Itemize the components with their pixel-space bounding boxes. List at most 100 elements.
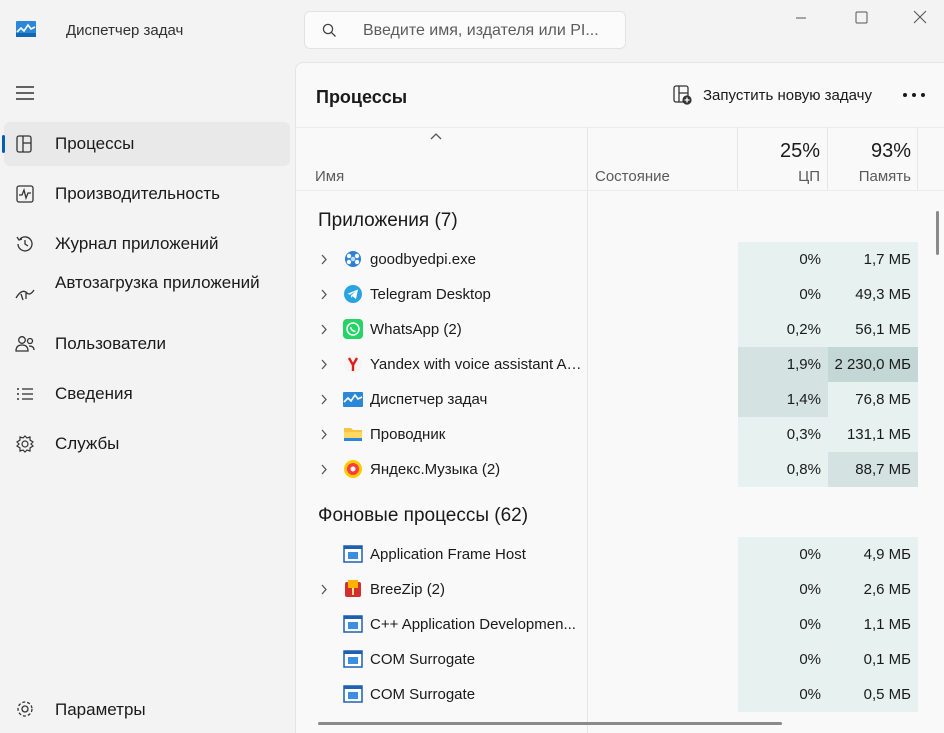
group-header-apps: Приложения (7) <box>318 210 458 231</box>
process-row[interactable]: Application Frame Host 0% 4,9 МБ <box>296 537 918 572</box>
process-name: Диспетчер задач <box>370 391 488 408</box>
explorer-folder-icon <box>344 428 362 441</box>
process-row[interactable]: goodbyedpi.exe 0% 1,7 МБ <box>296 242 918 277</box>
app-window-icon <box>343 615 363 633</box>
process-cpu: 0% <box>738 642 828 677</box>
process-memory: 0,5 МБ <box>828 677 918 712</box>
app-history-icon <box>16 236 33 252</box>
search-input[interactable] <box>361 20 615 42</box>
app-title: Диспетчер задач <box>66 22 184 39</box>
vertical-scrollbar[interactable] <box>936 211 939 255</box>
cpu-total-percent: 25% <box>779 140 820 162</box>
process-memory: 131,1 МБ <box>828 417 918 452</box>
process-memory: 76,8 МБ <box>828 382 918 417</box>
column-divider <box>737 127 738 191</box>
goodbyedpi-icon <box>345 251 361 267</box>
yandex-music-icon <box>344 460 362 478</box>
process-memory: 2 230,0 МБ <box>828 347 918 382</box>
process-name: C++ Application Developmen... <box>370 616 576 633</box>
app-window-icon <box>343 545 363 563</box>
minimize-button[interactable] <box>786 6 816 30</box>
chevron-right-icon[interactable] <box>320 324 328 335</box>
chevron-right-icon[interactable] <box>320 289 328 300</box>
telegram-icon <box>344 285 362 303</box>
run-new-task-icon <box>673 85 692 105</box>
close-button[interactable] <box>905 6 935 30</box>
services-icon <box>16 435 34 453</box>
chevron-right-icon[interactable] <box>320 584 328 595</box>
sidebar-item-app-history[interactable]: Журнал приложений <box>4 222 290 266</box>
column-header-cpu[interactable]: ЦП <box>758 168 820 185</box>
process-memory: 4,9 МБ <box>828 537 918 572</box>
process-row[interactable]: C++ Application Developmen... 0% 1,1 МБ <box>296 607 918 642</box>
process-row[interactable]: Проводник 0,3% 131,1 МБ <box>296 417 918 452</box>
process-row[interactable]: Яндекс.Музыка (2) 0,8% 88,7 МБ <box>296 452 918 487</box>
users-icon <box>15 336 35 352</box>
maximize-button[interactable] <box>846 6 876 30</box>
processes-icon <box>16 135 32 153</box>
process-row[interactable]: BreeZip (2) 0% 2,6 МБ <box>296 572 918 607</box>
process-name: BreeZip (2) <box>370 581 446 598</box>
sidebar-item-users[interactable]: Пользователи <box>4 322 290 366</box>
process-cpu: 1,9% <box>738 347 828 382</box>
memory-total-percent: 93% <box>870 140 911 162</box>
chevron-right-icon[interactable] <box>320 464 328 475</box>
sidebar-item-processes[interactable]: Процессы <box>2 122 290 166</box>
run-new-task-label: Запустить новую задачу <box>703 87 872 104</box>
header-divider <box>296 190 944 191</box>
sidebar-item-label: Производительность <box>55 184 221 203</box>
column-divider <box>827 127 828 191</box>
chevron-right-icon[interactable] <box>320 429 328 440</box>
yandex-browser-icon <box>344 355 362 373</box>
details-icon <box>17 388 33 400</box>
process-memory: 88,7 МБ <box>828 452 918 487</box>
process-name: WhatsApp (2) <box>370 321 462 338</box>
process-row[interactable]: Telegram Desktop 0% 49,3 МБ <box>296 277 918 312</box>
sidebar: Процессы Производительность Журнал прило… <box>0 62 295 733</box>
column-divider <box>917 127 918 191</box>
more-options-button[interactable] <box>900 85 930 105</box>
sidebar-item-label: Процессы <box>55 134 135 153</box>
process-row[interactable]: WhatsApp (2) 0,2% 56,1 МБ <box>296 312 918 347</box>
process-memory: 56,1 МБ <box>828 312 918 347</box>
process-cpu: 0% <box>738 537 828 572</box>
process-row[interactable]: Yandex with voice assistant Ali... 1,9% … <box>296 347 918 382</box>
chevron-right-icon[interactable] <box>320 394 328 405</box>
process-memory: 1,7 МБ <box>828 242 918 277</box>
horizontal-scrollbar[interactable] <box>318 722 782 725</box>
toolbar-divider <box>296 127 944 128</box>
column-header-status[interactable]: Состояние <box>595 168 670 185</box>
process-memory: 49,3 МБ <box>828 277 918 312</box>
sort-ascending-icon[interactable] <box>430 132 442 140</box>
process-row[interactable]: Диспетчер задач 1,4% 76,8 МБ <box>296 382 918 417</box>
process-memory: 1,1 МБ <box>828 607 918 642</box>
sidebar-item-settings[interactable]: Параметры <box>4 694 290 724</box>
chevron-right-icon[interactable] <box>320 254 328 265</box>
search-box[interactable] <box>304 11 626 49</box>
process-cpu: 0,3% <box>738 417 828 452</box>
process-cpu: 0% <box>738 677 828 712</box>
process-cpu: 0% <box>738 242 828 277</box>
column-header-memory[interactable]: Память <box>841 168 911 185</box>
sidebar-item-services[interactable]: Службы <box>4 422 290 466</box>
process-cpu: 0% <box>738 572 828 607</box>
sidebar-item-label: Сведения <box>55 384 133 403</box>
sidebar-item-details[interactable]: Сведения <box>4 372 290 416</box>
app-window-icon <box>343 650 363 668</box>
title-bar: Диспетчер задач <box>0 0 944 62</box>
sidebar-item-startup[interactable]: Автозагрузка приложений <box>4 272 290 316</box>
process-name: COM Surrogate <box>370 686 476 703</box>
column-header-name[interactable]: Имя <box>315 168 344 185</box>
process-cpu: 0% <box>738 607 828 642</box>
process-row[interactable]: COM Surrogate 0% 0,1 МБ <box>296 642 918 677</box>
breezip-icon <box>345 580 361 597</box>
hamburger-menu-icon[interactable] <box>12 80 38 106</box>
process-name: Яндекс.Музыка (2) <box>370 461 501 478</box>
process-name: COM Surrogate <box>370 651 476 668</box>
process-cpu: 0,2% <box>738 312 828 347</box>
chevron-right-icon[interactable] <box>320 359 328 370</box>
search-icon <box>322 23 336 37</box>
sidebar-item-performance[interactable]: Производительность <box>4 172 290 216</box>
process-row[interactable]: COM Surrogate 0% 0,5 МБ <box>296 677 918 712</box>
process-cpu: 0,8% <box>738 452 828 487</box>
